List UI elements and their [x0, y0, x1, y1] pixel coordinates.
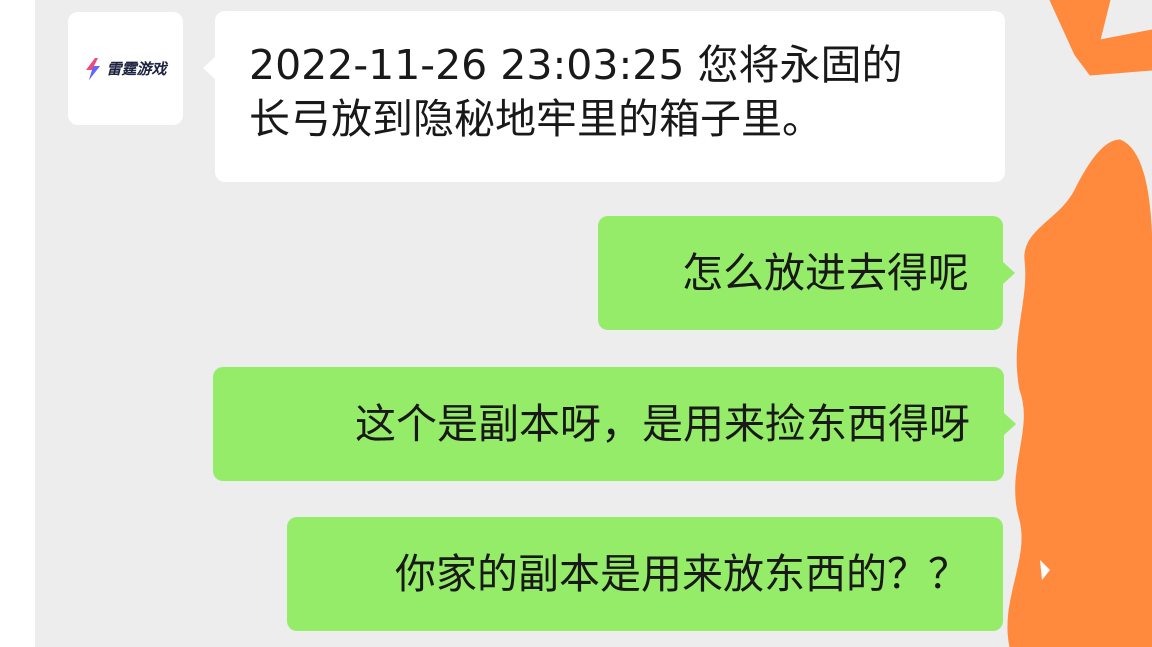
lightning-bolt-icon: [86, 57, 101, 80]
bubble-tail: [203, 57, 215, 79]
message-text: 怎么放进去得呢: [682, 249, 969, 297]
outgoing-message[interactable]: 怎么放进去得呢: [598, 216, 1003, 330]
bubble-tail: [1004, 413, 1016, 435]
outgoing-message[interactable]: 这个是副本呀，是用来捡东西得呀: [213, 367, 1004, 481]
avatar-logo-text: 雷霆游戏: [106, 60, 167, 78]
outgoing-message[interactable]: 你家的副本是用来放东西的？？: [287, 517, 1003, 631]
message-line: 长弓放到隐秘地牢里的箱子里。: [249, 95, 823, 143]
incoming-message[interactable]: 2022-11-26 23:03:25 您将永固的 长弓放到隐秘地牢里的箱子里。: [215, 11, 1005, 182]
contact-avatar[interactable]: 雷霆游戏: [68, 12, 183, 125]
message-text: 这个是副本呀，是用来捡东西得呀: [355, 400, 970, 448]
message-line: 2022-11-26 23:03:25 您将永固的: [249, 41, 903, 89]
message-text: 你家的副本是用来放东西的？？: [395, 550, 969, 598]
bubble-tail: [1003, 262, 1015, 284]
